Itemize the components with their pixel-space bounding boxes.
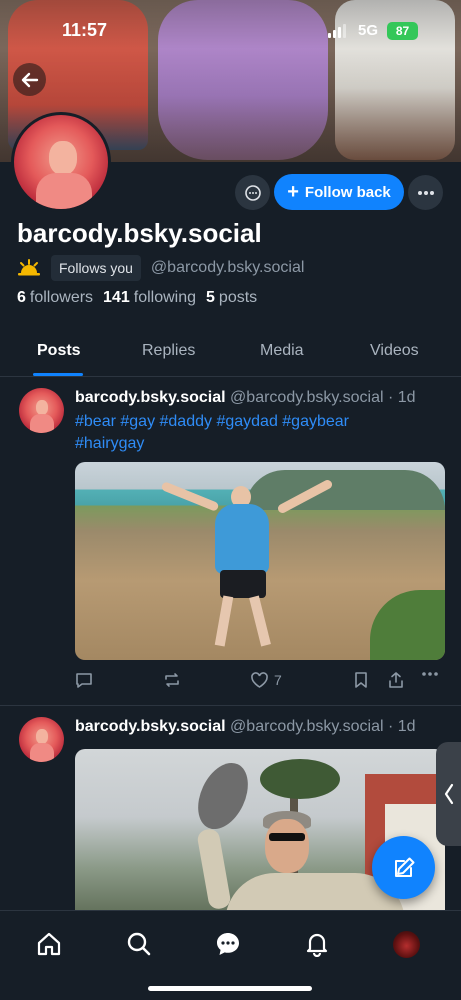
home-indicator xyxy=(148,986,312,991)
following-stat[interactable]: 141 following xyxy=(103,289,196,307)
share-icon xyxy=(389,672,403,688)
display-name: barcody.bsky.social xyxy=(17,218,262,248)
nav-profile[interactable] xyxy=(391,929,421,959)
follow-back-label: Follow back xyxy=(304,183,391,201)
profile-avatar[interactable] xyxy=(11,112,111,212)
status-time: 11:57 xyxy=(62,20,108,40)
active-tab-indicator xyxy=(33,373,83,376)
like-count: 7 xyxy=(274,672,282,688)
follows-you-badge: Follows you xyxy=(51,255,141,281)
arrow-left-icon xyxy=(21,72,38,87)
message-button[interactable] xyxy=(235,175,270,210)
back-button[interactable] xyxy=(13,63,46,96)
share-button[interactable] xyxy=(387,671,405,689)
plus-icon: + xyxy=(287,181,299,203)
compose-icon xyxy=(394,857,414,877)
sunrise-icon xyxy=(18,259,40,276)
heart-icon xyxy=(251,672,268,688)
tab-videos[interactable]: Videos xyxy=(370,342,419,360)
repost-button[interactable] xyxy=(163,671,181,689)
post-item[interactable]: barcody.bsky.social @barcody.bsky.social… xyxy=(0,377,461,705)
tab-posts[interactable]: Posts xyxy=(37,342,81,360)
search-icon xyxy=(127,932,151,956)
network-type: 5G xyxy=(358,22,379,39)
repost-icon xyxy=(165,673,179,687)
post-image[interactable] xyxy=(75,462,445,660)
profile-meta-row: Follows you @barcody.bsky.social xyxy=(17,255,304,281)
ellipsis-icon xyxy=(417,190,434,195)
bookmark-icon xyxy=(355,672,367,688)
post-hashtags-line2[interactable]: #hairygay xyxy=(75,433,445,455)
nav-home[interactable] xyxy=(34,929,64,959)
post-header: barcody.bsky.social @barcody.bsky.social… xyxy=(75,389,416,407)
tab-replies[interactable]: Replies xyxy=(142,342,195,360)
follow-back-button[interactable]: + Follow back xyxy=(274,174,404,210)
ellipsis-icon xyxy=(422,672,438,676)
chat-bubble-icon xyxy=(244,184,261,201)
post-author-handle: @barcody.bsky.social xyxy=(230,718,384,735)
signal-icon xyxy=(328,24,346,38)
chevron-left-icon xyxy=(444,783,453,805)
my-avatar xyxy=(392,930,420,958)
like-button[interactable]: 7 xyxy=(250,671,282,689)
post-author-avatar[interactable] xyxy=(19,388,64,433)
more-options-button[interactable] xyxy=(408,175,443,210)
battery-icon: 87 xyxy=(387,22,418,40)
post-time: · 1d xyxy=(387,389,416,406)
posts-stat: 5 posts xyxy=(206,289,258,306)
profile-stats: 6 followers 141 following 5 posts xyxy=(17,289,257,307)
nav-search[interactable] xyxy=(124,929,154,959)
post-author-name[interactable]: barcody.bsky.social xyxy=(75,718,226,735)
bookmark-button[interactable] xyxy=(353,671,369,689)
post-author-handle: @barcody.bsky.social xyxy=(230,389,384,406)
bell-icon xyxy=(306,933,328,957)
chat-icon xyxy=(217,933,239,955)
compose-button[interactable] xyxy=(372,836,435,899)
profile-tabs: Posts Replies Media Videos xyxy=(0,332,461,377)
home-icon xyxy=(37,932,61,956)
nav-chat[interactable] xyxy=(213,929,243,959)
post-time: · 1d xyxy=(387,718,416,735)
post-hashtags-line1[interactable]: #bear #gay #daddy #gaydad #gaybear xyxy=(75,411,445,433)
side-panel-handle[interactable] xyxy=(436,742,461,846)
post-author-name[interactable]: barcody.bsky.social xyxy=(75,389,226,406)
profile-handle: @barcody.bsky.social xyxy=(150,259,305,276)
post-header: barcody.bsky.social @barcody.bsky.social… xyxy=(75,718,416,736)
nav-notifications[interactable] xyxy=(302,929,332,959)
reply-icon xyxy=(76,673,92,688)
reply-button[interactable] xyxy=(75,671,93,689)
post-more-button[interactable] xyxy=(421,671,439,677)
status-bar: 11:57 5G 87 xyxy=(0,18,461,46)
post-author-avatar[interactable] xyxy=(19,717,64,762)
post-text: #bear #gay #daddy #gaydad #gaybear #hair… xyxy=(75,411,445,455)
tab-media[interactable]: Media xyxy=(260,342,304,360)
followers-stat[interactable]: 6 followers xyxy=(17,289,93,307)
post-actions: 7 xyxy=(75,671,445,693)
